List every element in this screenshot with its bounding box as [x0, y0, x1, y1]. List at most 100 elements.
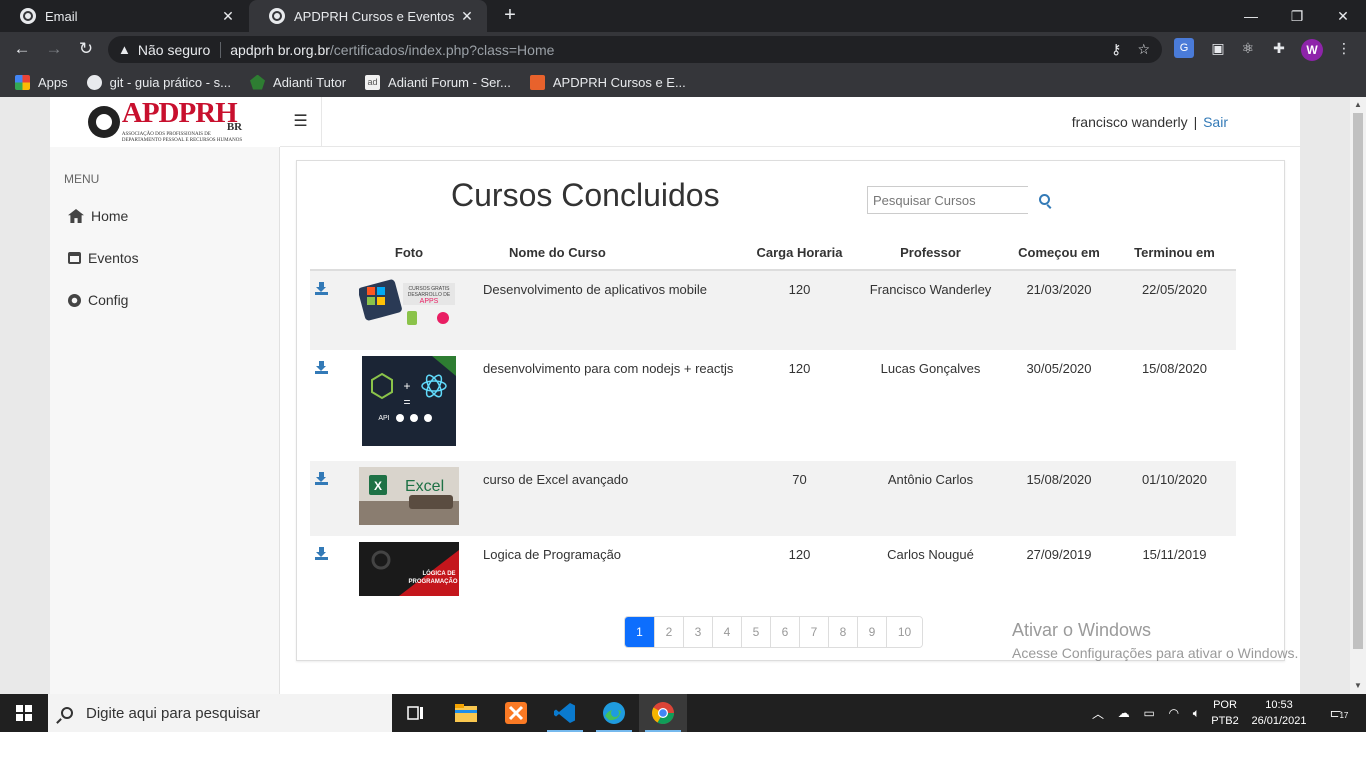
close-tab-icon[interactable]: ✕	[459, 8, 475, 25]
task-view-icon[interactable]	[392, 694, 440, 732]
notification-count: 17	[1338, 711, 1350, 720]
download-icon[interactable]	[315, 282, 328, 295]
page-link-8[interactable]: 8	[828, 617, 857, 647]
sidebar-item-home[interactable]: Home	[68, 208, 128, 224]
scroll-up-icon[interactable]: ▲	[1350, 97, 1366, 113]
translate-icon[interactable]: G	[1174, 38, 1194, 58]
chrome-icon[interactable]	[639, 694, 687, 732]
close-window-button[interactable]: ✕	[1320, 0, 1366, 32]
extension-screen-icon[interactable]: ▣	[1208, 38, 1228, 58]
table-row: LÓGICA DE PROGRAMAÇÃO Logica de Programa…	[310, 536, 1236, 611]
back-icon[interactable]: ←	[10, 37, 34, 61]
search-button[interactable]	[1028, 186, 1062, 214]
key-icon[interactable]: ⚷	[1111, 41, 1121, 58]
page-link-2[interactable]: 2	[654, 617, 683, 647]
svg-text:+: +	[403, 379, 410, 393]
page-title: Cursos Concluidos	[451, 177, 720, 213]
thumb-caption-line: LÓGICA DE	[422, 569, 455, 577]
android-icon	[407, 311, 417, 325]
tab-apdprh[interactable]: APDPRH Cursos e Eventos ✕	[249, 0, 487, 32]
bookmark-adianti-forum[interactable]: ad Adianti Forum - Ser...	[365, 74, 511, 90]
language-indicator[interactable]: POR PTB2	[1206, 697, 1244, 729]
sidebar: MENU Home Eventos Config	[50, 147, 280, 694]
cloud-icon[interactable]: ☁	[1118, 706, 1130, 720]
puzzle-icon[interactable]: ✚	[1269, 38, 1289, 58]
page-link-6[interactable]: 6	[770, 617, 799, 647]
scrollbar-thumb[interactable]	[1353, 113, 1363, 649]
apple-icon	[424, 414, 432, 422]
sidebar-item-eventos[interactable]: Eventos	[68, 250, 139, 266]
sidebar-item-config[interactable]: Config	[68, 292, 128, 308]
react-devtools-icon[interactable]: ⚛	[1238, 38, 1258, 58]
clock-time: 10:53	[1265, 699, 1293, 711]
logo-mark-icon	[87, 106, 120, 138]
download-cell	[310, 350, 345, 461]
bookmark-git-guia[interactable]: git - guia prático - s...	[86, 74, 231, 90]
thumb-caption-line: Excel	[405, 478, 444, 495]
page-link-3[interactable]: 3	[683, 617, 712, 647]
thumb-cell: + = API	[345, 350, 473, 461]
tab-email[interactable]: Email ✕	[0, 0, 248, 32]
logout-link[interactable]: Sair	[1203, 114, 1228, 130]
page-link-7[interactable]: 7	[799, 617, 828, 647]
page-link-5[interactable]: 5	[741, 617, 770, 647]
bookmarks-bar: Apps git - guia prático - s... Adianti T…	[0, 67, 1366, 97]
reload-icon[interactable]: ↻	[74, 37, 98, 61]
download-cell	[310, 461, 345, 536]
taskbar-search[interactable]: Digite aqui para pesquisar	[48, 694, 392, 732]
globe-icon	[86, 74, 102, 90]
download-cell	[310, 536, 345, 611]
course-teacher: Antônio Carlos	[856, 461, 1005, 536]
svg-text:=: =	[403, 395, 410, 409]
tray-chevron-icon[interactable]: ︿	[1092, 705, 1104, 722]
page-scrollbar[interactable]: ▲ ▼	[1350, 97, 1366, 694]
xampp-icon[interactable]	[492, 694, 540, 732]
page-link-4[interactable]: 4	[712, 617, 741, 647]
scroll-down-icon[interactable]: ▼	[1350, 678, 1366, 694]
bookmark-apps[interactable]: Apps	[15, 74, 68, 90]
more-menu-icon[interactable]: ⋮	[1334, 38, 1354, 58]
start-button[interactable]	[0, 694, 48, 732]
calendar-icon	[68, 252, 81, 264]
wifi-icon[interactable]: ◠	[1169, 706, 1179, 720]
search-icon	[1038, 193, 1050, 205]
page-link-1[interactable]: 1	[625, 617, 654, 647]
address-bar[interactable]: ▲ Não seguro apdprh br.org.br/certificad…	[108, 36, 1162, 63]
battery-icon[interactable]: ▭	[1143, 706, 1154, 720]
bookmark-adianti-tutor[interactable]: Adianti Tutor	[250, 74, 346, 90]
page-link-10[interactable]: 10	[886, 617, 922, 647]
app-container: APDPRH BR ASSOCIAÇÃO DOS PROFISSIONAIS D…	[50, 97, 1300, 694]
adianti-forum-icon: ad	[365, 74, 381, 90]
new-tab-button[interactable]: +	[499, 4, 521, 26]
close-tab-icon[interactable]: ✕	[220, 8, 236, 25]
warning-icon[interactable]: ▲	[118, 42, 131, 57]
vscode-icon[interactable]	[541, 694, 589, 732]
tab-title: APDPRH Cursos e Eventos	[294, 8, 455, 24]
course-teacher: Lucas Gonçalves	[880, 361, 981, 376]
security-label[interactable]: Não seguro	[138, 42, 210, 58]
edge-icon[interactable]	[590, 694, 638, 732]
file-explorer-icon[interactable]	[442, 694, 490, 732]
star-icon[interactable]: ☆	[1137, 41, 1150, 58]
search-courses-input[interactable]	[867, 186, 1028, 214]
download-icon[interactable]	[315, 361, 328, 374]
menu-toggle-icon[interactable]: ☰	[280, 97, 322, 147]
profile-avatar[interactable]: W	[1301, 39, 1323, 61]
apdprh-logo[interactable]: APDPRH BR ASSOCIAÇÃO DOS PROFISSIONAIS D…	[87, 99, 242, 144]
page-link-9[interactable]: 9	[857, 617, 886, 647]
pagination: 1 2 3 4 5 6 7 8 9 10	[624, 616, 923, 648]
course-teacher: Carlos Nougué	[887, 547, 974, 562]
download-cell	[310, 270, 345, 350]
notification-center-icon[interactable]: ▭ 17	[1322, 694, 1352, 732]
system-clock[interactable]: 10:53 26/01/2021	[1249, 697, 1309, 729]
course-thumbnail-nodejs-react: + = API	[362, 356, 456, 446]
minimize-window-button[interactable]: —	[1228, 0, 1274, 32]
table-row: + = API desenvolvimento para com nodejs …	[310, 350, 1236, 461]
download-icon[interactable]	[315, 472, 328, 485]
maximize-window-button[interactable]: ❐	[1274, 0, 1320, 32]
logo-area[interactable]: APDPRH BR ASSOCIAÇÃO DOS PROFISSIONAIS D…	[50, 97, 280, 147]
volume-icon[interactable]: 🔈︎	[1193, 706, 1200, 721]
forward-icon[interactable]: →	[42, 37, 66, 61]
download-icon[interactable]	[315, 547, 328, 560]
bookmark-apdprh[interactable]: APDPRH Cursos e E...	[529, 74, 686, 90]
